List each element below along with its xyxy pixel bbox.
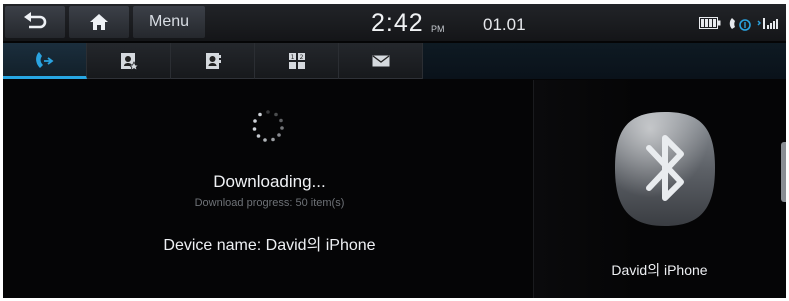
bluetooth-phone-icon <box>729 18 751 31</box>
call-history-icon <box>35 51 53 68</box>
date-display: 01.01 <box>483 15 526 34</box>
side-panel-handle[interactable] <box>781 142 786 202</box>
svg-text:1: 1 <box>290 54 294 61</box>
phone-tab-strip: 1 2 <box>3 43 786 79</box>
clock-time: 2:42 <box>371 9 424 37</box>
dial-pad-icon: 1 2 <box>288 53 305 69</box>
download-status-title: Downloading... <box>213 172 326 191</box>
back-button[interactable] <box>5 6 65 38</box>
home-icon <box>90 14 108 30</box>
tab-favorites[interactable] <box>87 43 171 79</box>
menu-button[interactable]: Menu <box>133 6 205 38</box>
home-button[interactable] <box>69 6 129 38</box>
loading-spinner-icon <box>252 110 284 142</box>
battery-icon <box>699 17 721 29</box>
tab-strip-filler <box>423 43 786 79</box>
bluetooth-icon <box>615 112 715 226</box>
tab-messages[interactable] <box>339 43 423 79</box>
top-status-bar: Menu 2:42 PM 01.01 <box>3 4 786 41</box>
tab-contacts[interactable] <box>171 43 255 79</box>
svg-text:2: 2 <box>299 54 303 61</box>
favorites-icon <box>120 53 139 71</box>
signal-icon <box>757 18 778 29</box>
download-progress-text: Download progress: 50 item(s) <box>194 197 345 209</box>
contacts-icon <box>205 53 221 69</box>
infotainment-screen: Menu 2:42 PM 01.01 1 2 Downloading... Do… <box>3 4 786 298</box>
back-arrow-icon <box>24 12 47 29</box>
messages-icon <box>372 55 389 67</box>
tab-call-history[interactable] <box>3 43 87 79</box>
status-icons <box>699 15 784 31</box>
bluetooth-device-label: David의 iPhone <box>611 262 708 278</box>
tab-dial-pad[interactable]: 1 2 <box>255 43 339 79</box>
clock-ampm: PM <box>431 24 445 34</box>
device-name-text: Device name: David의 iPhone <box>163 237 376 254</box>
